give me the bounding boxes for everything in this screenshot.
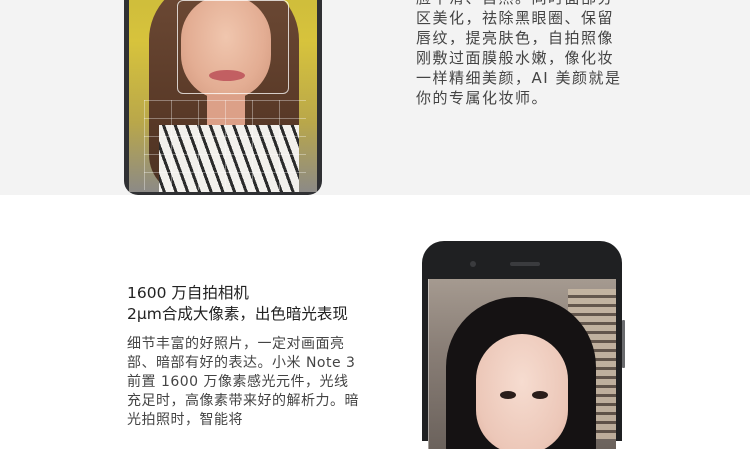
earpiece-icon — [510, 262, 540, 266]
pixel-subtitle: 2μm合成大像素，出色暗光表现 — [127, 305, 348, 323]
phone-selfie-image-bottom — [422, 241, 622, 449]
phone-screen-bottom — [428, 279, 616, 449]
screen-edge — [428, 279, 429, 449]
phone-top-bezel — [422, 241, 622, 279]
ai-beauty-description: 脸平滑、自然。同时面部分区美化，祛除黑眼圈、保留唇纹，提亮肤色，自拍照像刚敷过面… — [416, 0, 622, 107]
portrait-face — [476, 334, 568, 449]
selfie-camera-description: 细节丰富的好照片，一定对画面亮部、暗部有好的表达。小米 Note 3 前置 16… — [127, 336, 359, 428]
face-detect-grid — [144, 100, 306, 190]
portrait-right-eye — [532, 391, 548, 399]
front-camera-icon — [470, 261, 476, 267]
bottom-section — [0, 195, 750, 427]
top-section — [0, 0, 750, 195]
portrait-left-eye — [500, 391, 516, 399]
face-detect-frame — [177, 0, 289, 94]
phone-screen-top — [129, 0, 317, 192]
phone-side-button — [622, 320, 625, 368]
selfie-camera-title: 1600 万自拍相机 — [127, 284, 249, 302]
phone-selfie-image-top — [124, 0, 322, 195]
